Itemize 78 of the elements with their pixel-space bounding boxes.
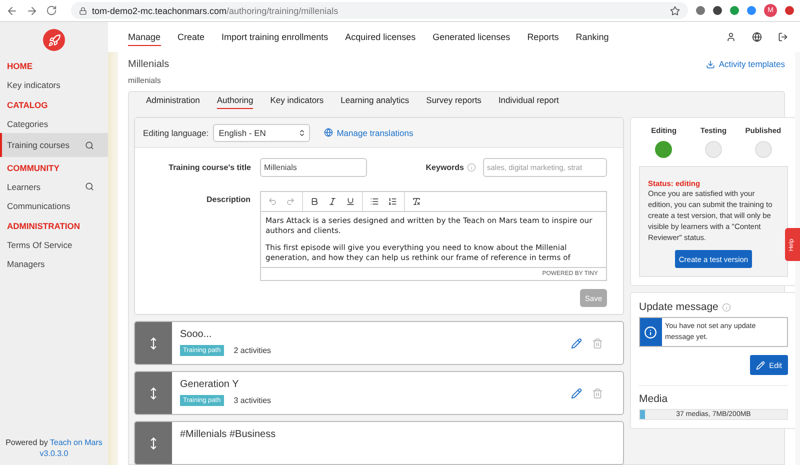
search-icon[interactable] xyxy=(85,140,94,150)
section-title: #Millenials #Business xyxy=(180,429,277,440)
nav-item[interactable]: Create xyxy=(178,28,205,46)
activity-count: 2 activities xyxy=(234,346,272,355)
address-bar[interactable]: tom-demo2-mc.teachonmars.com/authoring/training/millenials xyxy=(71,2,688,19)
extension-icon[interactable] xyxy=(785,6,794,15)
nav-item[interactable]: Reports xyxy=(527,28,559,46)
logout-icon[interactable] xyxy=(778,32,788,42)
version-link[interactable]: v3.0.3.0 xyxy=(40,449,68,458)
star-icon[interactable] xyxy=(670,6,680,16)
forward-icon[interactable] xyxy=(26,4,38,16)
section-title: Sooo... xyxy=(180,329,213,340)
globe-icon xyxy=(324,128,333,137)
edit-icon[interactable] xyxy=(571,338,582,348)
field-label: Description xyxy=(205,195,250,204)
language-select[interactable]: English - EN xyxy=(212,124,310,142)
nav-item[interactable]: Manage xyxy=(128,28,161,46)
section-title: Generation Y xyxy=(180,379,240,390)
activity-count: 3 activities xyxy=(234,396,272,405)
powered-by-text: Powered by xyxy=(6,438,49,447)
search-icon[interactable] xyxy=(85,182,94,191)
page-title: Millenials xyxy=(128,59,170,70)
field-label: Keywords xyxy=(426,163,464,172)
language-label: Editing language: xyxy=(143,128,209,138)
nav-item[interactable]: Generated licenses xyxy=(432,28,510,46)
update-message-title: Update message xyxy=(639,301,718,313)
url-host: tom-demo2-mc.teachonmars.com xyxy=(92,6,227,16)
url-path: /authoring/training/millenials xyxy=(226,6,338,16)
sidebar-section-title: ADMINISTRATION xyxy=(6,220,82,233)
reload-icon[interactable] xyxy=(46,5,57,16)
bold-icon[interactable] xyxy=(310,197,318,206)
tab[interactable]: Key indicators xyxy=(270,92,324,109)
info-icon xyxy=(640,318,662,346)
italic-icon[interactable] xyxy=(328,197,336,206)
pencil-icon xyxy=(756,360,766,370)
nav-item[interactable]: Ranking xyxy=(576,28,609,46)
globe-icon[interactable] xyxy=(752,32,762,42)
drag-handle[interactable] xyxy=(135,322,172,364)
media-title: Media xyxy=(639,393,669,405)
sidebar-section-title: COMMUNITY xyxy=(6,162,60,175)
sidebar-section-title: HOME xyxy=(6,60,34,73)
nav-item[interactable]: Import training enrollments xyxy=(222,28,328,46)
sidebar-item[interactable]: Managers xyxy=(0,254,108,273)
chevrons-icon xyxy=(298,128,306,136)
sidebar-item[interactable]: Learners xyxy=(0,177,108,196)
tab[interactable]: Learning analytics xyxy=(340,92,410,109)
download-icon xyxy=(706,60,715,68)
tab[interactable]: Survey reports xyxy=(426,92,482,109)
teach-on-mars-link[interactable]: Teach on Mars xyxy=(50,438,102,447)
manage-translations-link[interactable]: Manage translations xyxy=(324,128,414,138)
info-icon xyxy=(467,163,476,172)
sidebar-item[interactable]: Training courses xyxy=(0,133,108,157)
tab[interactable]: Authoring xyxy=(216,92,254,109)
lock-icon xyxy=(79,6,87,14)
field-label: Training course's title xyxy=(168,163,251,172)
edit-icon[interactable] xyxy=(571,388,582,398)
back-icon[interactable] xyxy=(6,4,18,16)
rocket-logo xyxy=(43,29,65,51)
numbered-list-icon[interactable] xyxy=(388,197,396,206)
user-icon[interactable] xyxy=(726,32,736,42)
info-icon xyxy=(722,302,732,312)
bullet-list-icon[interactable] xyxy=(370,197,378,206)
tab[interactable]: Administration xyxy=(146,92,200,109)
sidebar-item[interactable]: Categories xyxy=(0,114,108,133)
drag-handle[interactable] xyxy=(135,372,172,414)
title-field[interactable]: Millenials xyxy=(260,158,367,177)
clear-formatting-icon[interactable] xyxy=(412,197,420,206)
tab[interactable]: Individual report xyxy=(498,92,559,109)
sidebar-section-title: CATALOG xyxy=(6,99,49,112)
sidebar-item[interactable]: Communications xyxy=(0,196,108,215)
page-subtitle: millenials xyxy=(128,76,162,85)
drag-handle[interactable] xyxy=(135,422,172,464)
nav-item[interactable]: Acquired licenses xyxy=(345,28,416,46)
description-editor[interactable] xyxy=(260,191,607,281)
activity-templates-link[interactable]: Activity templates xyxy=(706,59,785,69)
sidebar-item[interactable]: Terms Of Service xyxy=(0,235,108,254)
sidebar-item[interactable]: Key indicators xyxy=(0,75,108,94)
underline-icon[interactable] xyxy=(346,197,354,206)
